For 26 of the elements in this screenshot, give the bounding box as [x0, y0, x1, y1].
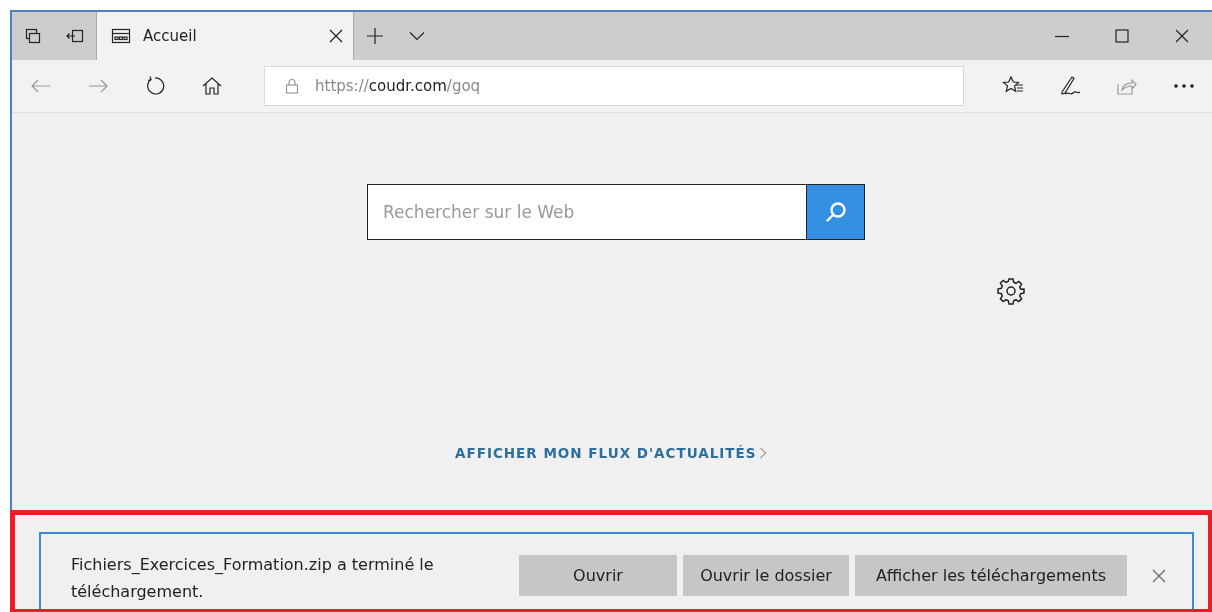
- tabs-icon[interactable]: [25, 28, 41, 44]
- pen-icon[interactable]: [1058, 75, 1081, 97]
- download-action-button[interactable]: Ouvrir le dossier: [683, 555, 849, 596]
- maximize-icon[interactable]: [1115, 29, 1129, 43]
- settings-icon[interactable]: [997, 277, 1025, 305]
- download-action-button[interactable]: Afficher les téléchargements: [855, 555, 1127, 596]
- lock-icon: [285, 78, 299, 94]
- back-arrow-icon[interactable]: [30, 79, 51, 93]
- url-text: https://coudr.com/goq: [315, 77, 481, 95]
- search-field[interactable]: Rechercher sur le Web: [367, 184, 806, 240]
- search-button[interactable]: [806, 184, 865, 240]
- address-bar[interactable]: https://coudr.com/goq: [264, 66, 964, 106]
- plus-icon[interactable]: [366, 27, 384, 45]
- close-icon[interactable]: [1175, 29, 1189, 43]
- download-action-button[interactable]: Ouvrir: [519, 555, 677, 596]
- refresh-icon[interactable]: [144, 76, 165, 96]
- chevron-down-icon[interactable]: [409, 31, 425, 41]
- close-icon[interactable]: [329, 29, 343, 43]
- more-icon[interactable]: [1173, 84, 1194, 88]
- forward-arrow-icon[interactable]: [87, 79, 108, 93]
- browser-tab[interactable]: Accueil: [96, 12, 354, 60]
- news-feed-link[interactable]: AFFICHER MON FLUX D'ACTUALITÉS: [455, 445, 757, 461]
- home-icon[interactable]: [201, 77, 222, 95]
- download-message: Fichiers_Exercices_Formation.zip a terminé le téléchargement.: [71, 554, 435, 603]
- tab-aside-icon[interactable]: [66, 29, 84, 43]
- page-icon: [111, 28, 131, 44]
